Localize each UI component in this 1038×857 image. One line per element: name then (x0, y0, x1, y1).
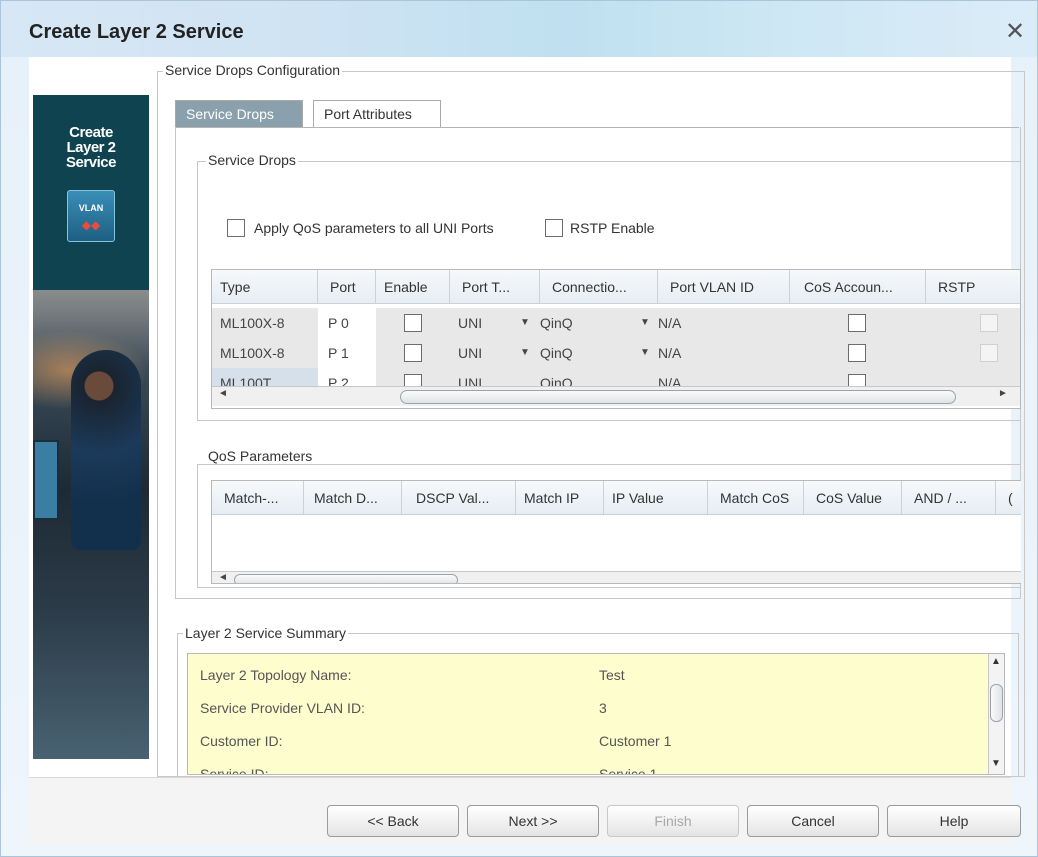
chevron-down-icon[interactable]: ▼ (520, 308, 530, 338)
summary-key: Customer ID: (200, 733, 283, 749)
scroll-right-icon[interactable]: ► (998, 388, 1008, 399)
cell-rstp (926, 308, 1020, 338)
col-ip-value[interactable]: IP Value (604, 481, 708, 515)
cell-rstp (926, 338, 1020, 368)
cell-port: P 1 (318, 338, 376, 368)
summary-value: Service 1 (599, 766, 658, 775)
summary-row: Service ID: Service 1 (188, 758, 988, 775)
col-match-ip[interactable]: Match IP (516, 481, 604, 515)
summary-key: Service Provider VLAN ID: (200, 700, 365, 716)
dialog-title: Create Layer 2 Service (29, 21, 244, 43)
vlan-icon-label: VLAN (78, 203, 104, 213)
col-match-dscp[interactable]: Match D... (304, 481, 402, 515)
col-and-or[interactable]: AND / ... (902, 481, 996, 515)
summary-vscrollbar[interactable]: ▲ ▼ (988, 654, 1004, 774)
summary-key: Layer 2 Topology Name: (200, 667, 352, 683)
cell-port: P 2 (318, 368, 376, 388)
table-row[interactable]: ML100T P 2 UNI QinQ N/A (212, 368, 1020, 388)
cell-port: P 0 (318, 308, 376, 338)
apply-qos-checkbox[interactable] (227, 219, 245, 237)
banner-title: Create Layer 2 Service (66, 124, 116, 171)
service-drops-label: Service Drops (206, 152, 298, 168)
col-port-vlan-id[interactable]: Port VLAN ID (658, 270, 790, 304)
col-cos-accounting[interactable]: CoS Accoun... (790, 270, 926, 304)
title-bar: Create Layer 2 Service ✕ (1, 1, 1037, 57)
cell-port-vlan-id: N/A (658, 368, 790, 388)
next-button[interactable]: Next >> (467, 805, 599, 837)
connection-dropdown[interactable]: QinQ (540, 368, 658, 388)
scroll-left-icon[interactable]: ◄ (218, 388, 228, 399)
scroll-up-icon[interactable]: ▲ (991, 656, 1001, 667)
summary-row: Layer 2 Topology Name: Test (188, 659, 988, 692)
close-icon[interactable]: ✕ (1001, 19, 1029, 47)
col-enable[interactable]: Enable (376, 270, 450, 304)
cell-port-vlan-id: N/A (658, 308, 790, 338)
col-more[interactable]: ( (996, 481, 1021, 515)
cancel-button[interactable]: Cancel (747, 805, 879, 837)
summary-row: Service Provider VLAN ID: 3 (188, 692, 988, 725)
summary-value: Customer 1 (599, 733, 672, 749)
col-dscp-value[interactable]: DSCP Val... (402, 481, 516, 515)
rstp-enable-checkbox[interactable] (545, 219, 563, 237)
col-port-type[interactable]: Port T... (450, 270, 540, 304)
col-match[interactable]: Match-... (212, 481, 304, 515)
hscroll-thumb[interactable] (400, 390, 956, 404)
vlan-arrows-icon: ◆◆ (81, 218, 101, 232)
summary-key: Service ID: (200, 766, 269, 775)
summary-value: 3 (599, 700, 607, 716)
chevron-down-icon[interactable]: ▼ (640, 338, 650, 368)
rstp-checkbox (980, 344, 998, 362)
cell-rstp (926, 368, 1020, 388)
chevron-down-icon[interactable]: ▼ (520, 338, 530, 368)
tab-port-attributes[interactable]: Port Attributes (313, 100, 441, 128)
qos-parameters-table: Match-... Match D... DSCP Val... Match I… (211, 480, 1021, 584)
summary-panel: Layer 2 Topology Name: Test Service Prov… (187, 653, 1005, 775)
banner-photo (33, 290, 149, 759)
col-match-cos[interactable]: Match CoS (708, 481, 804, 515)
col-cos-value[interactable]: CoS Value (804, 481, 902, 515)
hscroll-thumb[interactable] (234, 574, 458, 583)
qos-parameters-label: QoS Parameters (206, 448, 315, 464)
service-drops-configuration-label: Service Drops Configuration (163, 62, 343, 78)
help-button[interactable]: Help (887, 805, 1021, 837)
service-drops-hscrollbar[interactable]: ◄ ► (212, 386, 1020, 406)
scroll-left-icon[interactable]: ◄ (218, 572, 228, 583)
back-button[interactable]: << Back (327, 805, 459, 837)
col-port[interactable]: Port (318, 270, 376, 304)
summary-label: Layer 2 Service Summary (183, 625, 349, 641)
cos-accounting-checkbox[interactable] (848, 314, 866, 332)
wizard-banner: Create Layer 2 Service VLAN ◆◆ (33, 95, 149, 759)
chevron-down-icon[interactable]: ▼ (640, 308, 650, 338)
cos-accounting-checkbox[interactable] (848, 344, 866, 362)
summary-row: Customer ID: Customer 1 (188, 725, 988, 758)
photo-monitor (33, 440, 59, 520)
cell-type: ML100X-8 (212, 308, 318, 338)
cell-port-vlan-id: N/A (658, 338, 790, 368)
create-layer2-service-dialog: Create Layer 2 Service ✕ Create Layer 2 … (0, 0, 1038, 857)
scroll-down-icon[interactable]: ▼ (991, 758, 1001, 769)
service-drops-table: Type Port Enable Port T... Connectio... … (211, 269, 1021, 409)
col-rstp[interactable]: RSTP (926, 270, 1020, 304)
enable-checkbox[interactable] (404, 314, 422, 332)
col-connection[interactable]: Connectio... (540, 270, 658, 304)
port-type-dropdown[interactable]: UNI (450, 368, 540, 388)
vlan-icon: VLAN ◆◆ (67, 190, 115, 242)
table-row[interactable]: ML100X-8 P 1 UNI ▼ QinQ ▼ N/A (212, 338, 1020, 368)
tab-service-drops[interactable]: Service Drops (175, 100, 303, 128)
summary-value: Test (599, 667, 625, 683)
qos-hscrollbar[interactable]: ◄ (212, 571, 1021, 583)
enable-checkbox[interactable] (404, 344, 422, 362)
rstp-enable-label: RSTP Enable (570, 220, 655, 236)
table-row[interactable]: ML100X-8 P 0 UNI ▼ QinQ ▼ N/A (212, 308, 1020, 338)
photo-person (71, 350, 141, 550)
cell-type: ML100T (212, 368, 318, 388)
rstp-checkbox (980, 314, 998, 332)
apply-qos-label: Apply QoS parameters to all UNI Ports (254, 220, 494, 236)
col-type[interactable]: Type (212, 270, 318, 304)
cell-type: ML100X-8 (212, 338, 318, 368)
vscroll-thumb[interactable] (990, 684, 1003, 722)
finish-button: Finish (607, 805, 739, 837)
